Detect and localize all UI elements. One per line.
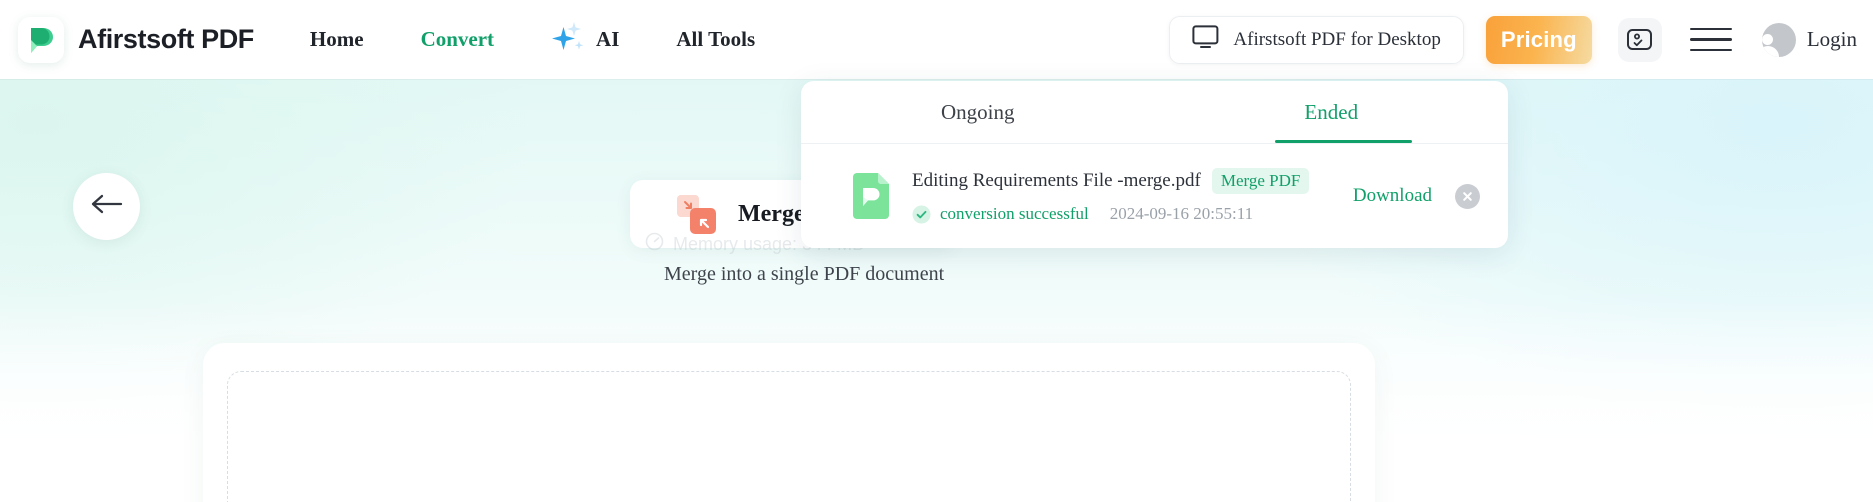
- hamburger-bar: [1689, 27, 1732, 31]
- check-circle-icon: [912, 205, 931, 224]
- task-row: Editing Requirements File -merge.pdf Mer…: [801, 144, 1508, 248]
- desktop-app-button[interactable]: Afirstsoft PDF for Desktop: [1169, 15, 1464, 64]
- arrow-left-icon: [90, 192, 124, 221]
- nav-item-ai[interactable]: AI: [551, 20, 619, 59]
- merge-pdf-icon: [676, 194, 720, 234]
- merge-card-subtitle: Merge into a single PDF document: [664, 263, 945, 285]
- pricing-label: Pricing: [1500, 26, 1577, 52]
- hamburger-menu-icon[interactable]: [1689, 18, 1732, 62]
- main-navigation: Home Convert AI All Tools: [310, 20, 812, 59]
- sparkle-ai-icon: [551, 20, 587, 59]
- user-avatar-icon: [1761, 22, 1796, 57]
- task-timestamp: 2024-09-16 20:55:11: [1109, 204, 1254, 223]
- task-file-name: Editing Requirements File -merge.pdf: [912, 170, 1201, 191]
- task-status-line: conversion successful 2024-09-16 20:55:1…: [912, 204, 1309, 224]
- nav-item-home[interactable]: Home: [310, 27, 364, 52]
- brand-logo-group[interactable]: Afirstsoft PDF: [18, 16, 254, 63]
- header-divider: [0, 79, 1873, 80]
- header-actions: Afirstsoft PDF for Desktop Pricing Login: [1169, 0, 1857, 79]
- brand-name: Afirstsoft PDF: [78, 24, 254, 54]
- task-dropdown-panel: Ongoing Ended Editing Requirements File …: [801, 81, 1508, 248]
- task-file-line: Editing Requirements File -merge.pdf Mer…: [912, 168, 1310, 194]
- task-type-badge: Merge PDF: [1211, 168, 1310, 194]
- task-status-text: conversion successful: [940, 204, 1089, 223]
- tab-ongoing[interactable]: Ongoing: [801, 81, 1155, 143]
- tab-ended[interactable]: Ended: [1155, 81, 1509, 143]
- back-button[interactable]: [73, 173, 140, 240]
- hamburger-bar: [1689, 48, 1732, 52]
- file-drop-zone[interactable]: [227, 371, 1351, 502]
- task-info: Editing Requirements File -merge.pdf Mer…: [912, 168, 1310, 224]
- download-button[interactable]: Download: [1353, 185, 1432, 207]
- pdf-document-icon: [850, 172, 892, 220]
- nav-item-ai-label: AI: [596, 27, 620, 51]
- nav-item-convert[interactable]: Convert: [421, 27, 494, 52]
- login-button[interactable]: Login: [1761, 22, 1857, 57]
- hamburger-bar: [1689, 38, 1732, 41]
- site-header: Afirstsoft PDF Home Convert AI All Tools: [0, 0, 1873, 79]
- pricing-button[interactable]: Pricing: [1485, 15, 1592, 64]
- afirstsoft-p-logo-icon: [18, 16, 64, 63]
- upload-card: [203, 343, 1375, 502]
- desktop-app-label: Afirstsoft PDF for Desktop: [1233, 28, 1441, 50]
- login-label: Login: [1806, 27, 1857, 51]
- nav-item-all-tools[interactable]: All Tools: [676, 27, 755, 52]
- close-circle-icon[interactable]: [1455, 183, 1480, 209]
- task-list-icon[interactable]: [1617, 17, 1662, 62]
- task-actions: Download: [1353, 183, 1480, 209]
- monitor-icon: [1192, 24, 1219, 55]
- active-tab-underline: [1275, 140, 1412, 143]
- task-tabs: Ongoing Ended: [801, 81, 1508, 143]
